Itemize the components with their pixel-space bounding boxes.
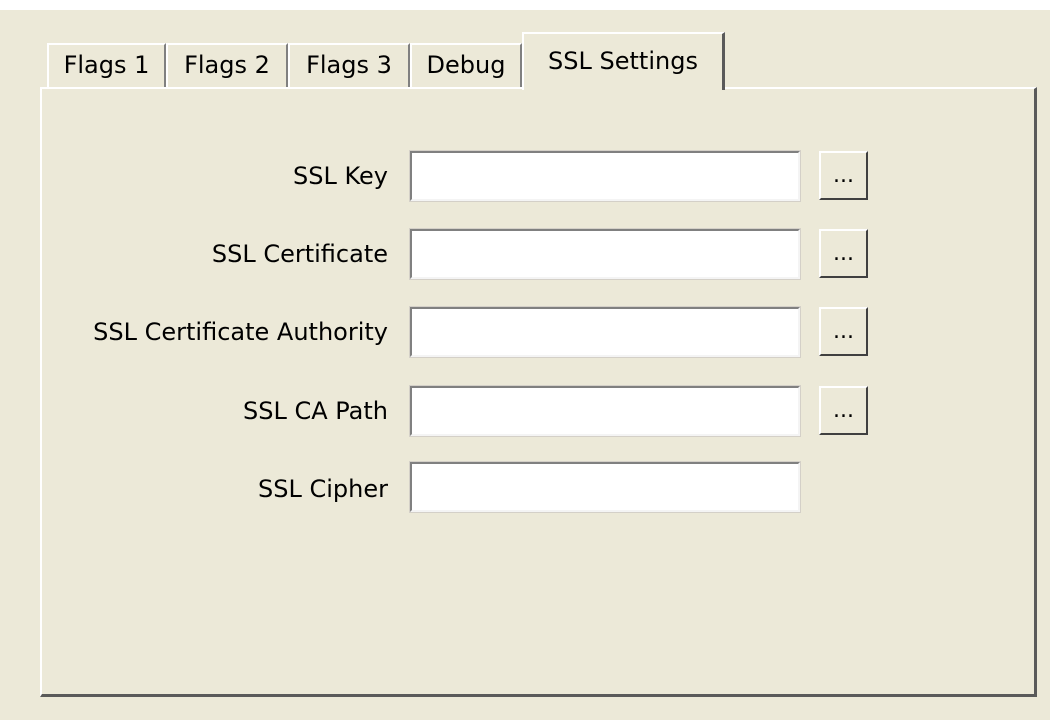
ssl-certificate-label: SSL Certificate [211,240,388,268]
ssl-certificate-authority-input[interactable] [409,306,801,358]
ssl-ca-path-label: SSL CA Path [243,397,388,425]
tab-flags-3[interactable]: Flags 3 [288,43,410,88]
ssl-cipher-label: SSL Cipher [258,475,388,503]
ssl-certificate-input[interactable] [409,228,801,280]
ssl-key-input[interactable] [409,150,801,202]
ssl-certificate-browse-button[interactable]: ... [819,229,868,278]
tab-debug[interactable]: Debug [410,43,522,88]
dialog-window: Flags 1 Flags 2 Flags 3 Debug SSL Settin… [0,0,1050,720]
ssl-key-label: SSL Key [293,162,388,190]
top-edge [0,0,1050,10]
tab-ssl-settings[interactable]: SSL Settings [522,32,725,90]
ssl-certificate-authority-label: SSL Certificate Authority [93,318,388,346]
tab-flags-1[interactable]: Flags 1 [47,43,166,88]
ssl-key-browse-button[interactable]: ... [819,151,868,200]
tab-flags-2[interactable]: Flags 2 [166,43,288,88]
ssl-certificate-authority-browse-button[interactable]: ... [819,307,868,356]
ssl-cipher-input[interactable] [409,461,801,513]
ssl-ca-path-input[interactable] [409,385,801,437]
ssl-ca-path-browse-button[interactable]: ... [819,386,868,435]
